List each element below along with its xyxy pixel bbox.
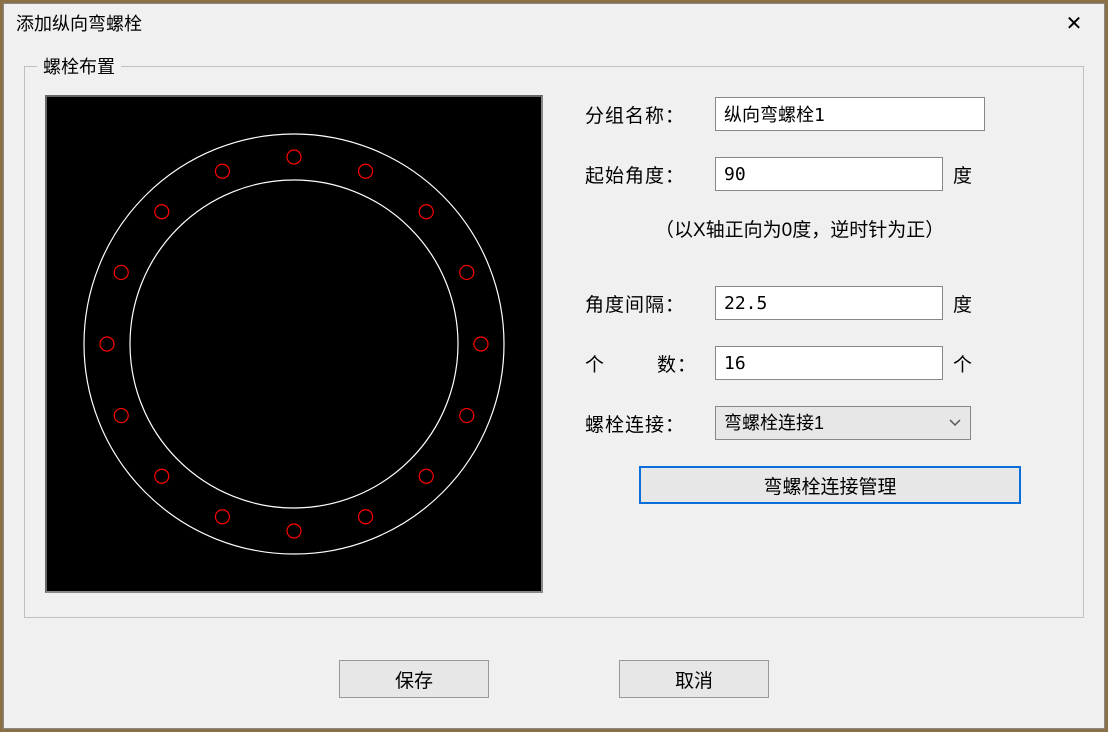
close-icon[interactable]: ✕: [1054, 8, 1094, 38]
group-name-input[interactable]: [715, 97, 985, 131]
bolt-preview: [45, 95, 543, 593]
dialog-buttons: 保存 取消: [4, 660, 1104, 698]
connection-select-wrap: 弯螺栓连接1: [715, 406, 971, 440]
cancel-button[interactable]: 取消: [619, 660, 769, 698]
start-angle-input[interactable]: [715, 157, 943, 191]
start-angle-label: 起始角度：: [585, 161, 715, 188]
bolt-diagram: [47, 97, 541, 591]
count-unit: 个: [953, 350, 972, 377]
dialog-window: 添加纵向弯螺栓 ✕ 螺栓布置 分组名称： 起始角度： 度 （以X轴正向为0度，逆…: [3, 3, 1105, 729]
angle-note: （以X轴正向为0度，逆时针为正）: [585, 215, 1065, 242]
row-connection: 螺栓连接： 弯螺栓连接1: [585, 404, 1065, 442]
window-title: 添加纵向弯螺栓: [14, 10, 142, 36]
form-controls: 分组名称： 起始角度： 度 （以X轴正向为0度，逆时针为正） 角度间隔： 度 个…: [585, 95, 1065, 593]
interval-input[interactable]: [715, 286, 943, 320]
interval-label: 角度间隔：: [585, 290, 715, 317]
start-angle-unit: 度: [953, 161, 972, 188]
count-input[interactable]: [715, 346, 943, 380]
fieldset-legend: 螺栓布置: [37, 53, 121, 79]
interval-unit: 度: [953, 290, 972, 317]
titlebar: 添加纵向弯螺栓 ✕: [4, 4, 1104, 42]
row-count: 个 数： 个: [585, 344, 1065, 382]
row-group-name: 分组名称：: [585, 95, 1065, 133]
count-label: 个 数：: [585, 350, 715, 377]
group-name-label: 分组名称：: [585, 101, 715, 128]
bolt-layout-fieldset: 螺栓布置 分组名称： 起始角度： 度 （以X轴正向为0度，逆时针为正） 角度间隔…: [24, 66, 1084, 618]
manage-connection-button[interactable]: 弯螺栓连接管理: [639, 466, 1021, 504]
connection-select[interactable]: 弯螺栓连接1: [715, 406, 971, 440]
save-button[interactable]: 保存: [339, 660, 489, 698]
connection-label: 螺栓连接：: [585, 410, 715, 437]
row-interval: 角度间隔： 度: [585, 284, 1065, 322]
row-start-angle: 起始角度： 度: [585, 155, 1065, 193]
